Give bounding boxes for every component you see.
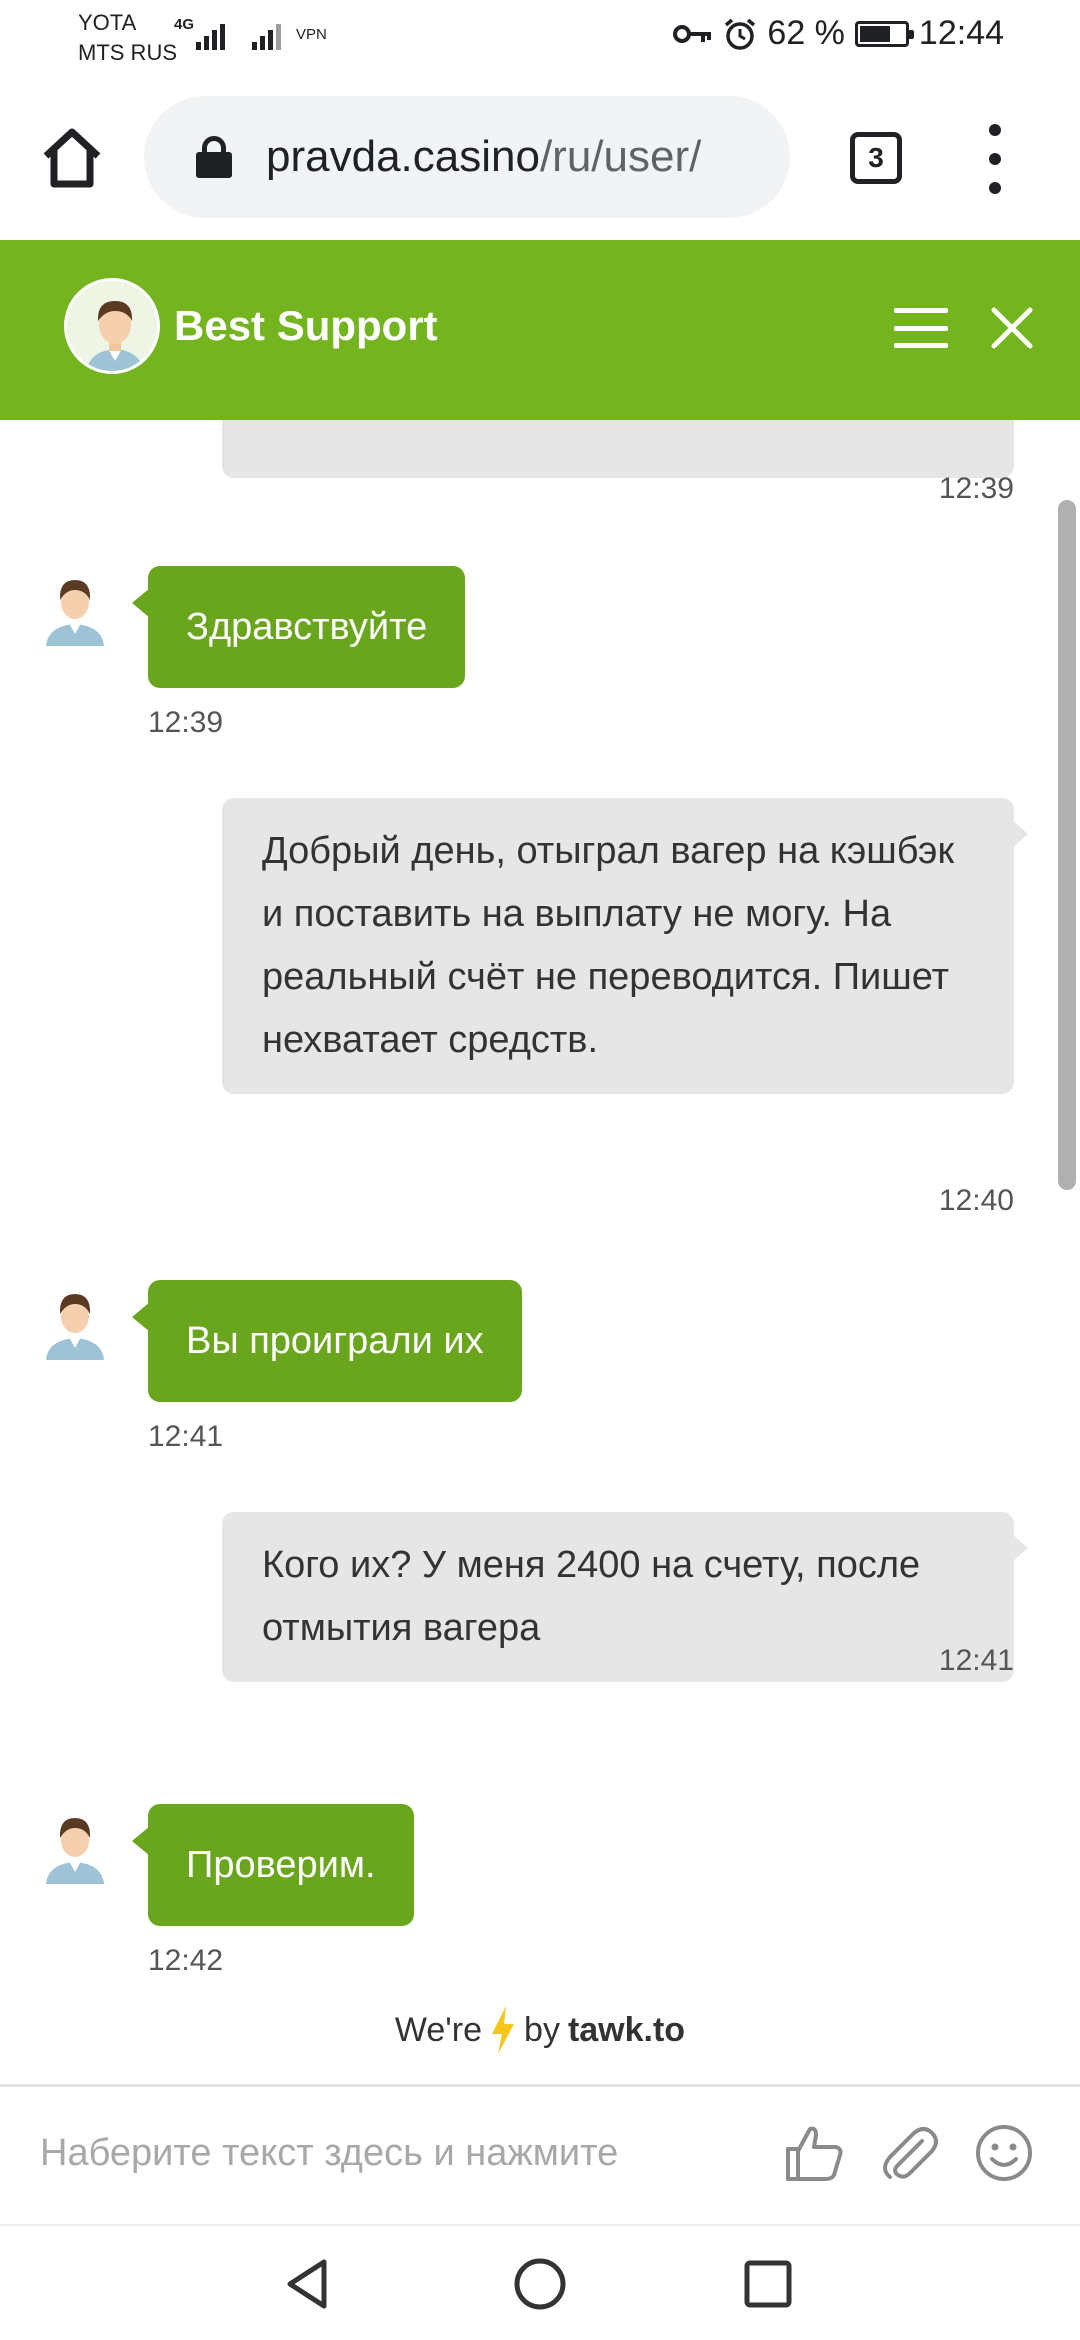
message-time: 12:41 (938, 1644, 1014, 1677)
paperclip-icon[interactable] (878, 2121, 942, 2185)
powered-by[interactable]: We're by tawk.to (0, 1990, 1080, 2070)
agent-name: Best Support (174, 302, 438, 349)
battery-icon (854, 20, 914, 47)
agent-avatar-small (46, 1294, 104, 1360)
message-time: 12:40 (938, 1184, 1014, 1217)
message-time: 12:42 (148, 1944, 224, 1977)
user-message-partial (222, 420, 1014, 478)
url-text[interactable]: pravda.casino/ru/user/ (266, 132, 701, 182)
more-vert-icon[interactable] (980, 124, 1010, 194)
tawk-brand[interactable]: tawk.to (568, 2011, 685, 2050)
recents-icon[interactable] (738, 2254, 798, 2314)
status-right: 62 % 12:44 (673, 14, 1004, 53)
message-time: 12:39 (148, 706, 224, 739)
message-input-bar (0, 2084, 1080, 2222)
carrier-yota: YOTA (78, 10, 137, 35)
chat-header: Best Support (0, 240, 1080, 420)
status-bar: YOTA MTS RUS 4G VPN 62 % 12:44 (0, 0, 1080, 80)
thumbs-up-icon[interactable] (782, 2121, 846, 2185)
powered-prefix: We're (394, 2010, 483, 2049)
system-nav-bar (0, 2224, 1080, 2340)
message-list[interactable]: 12:39 Здравствуйте 12:39 Добрый день, от… (0, 420, 1080, 1980)
carrier-mts: MTS RUS (78, 40, 177, 65)
emoji-icon[interactable] (972, 2121, 1036, 2185)
scrollbar[interactable] (1058, 500, 1076, 1190)
back-icon[interactable] (278, 2254, 338, 2314)
message-time: 12:39 (938, 472, 1014, 505)
agent-message: Здравствуйте (131, 566, 466, 688)
tab-switcher-button[interactable]: 3 (850, 132, 902, 184)
signal-icon (196, 20, 225, 50)
powered-by-word: by (524, 2010, 560, 2049)
close-icon[interactable] (990, 306, 1034, 350)
alarm-icon (725, 18, 756, 50)
menu-icon[interactable] (894, 308, 948, 348)
vpn-indicator: VPN (296, 26, 327, 43)
user-message: Добрый день, отыграл вагер на кэшбэк и п… (222, 798, 1028, 1094)
browser-toolbar: pravda.casino/ru/user/ 3 (0, 80, 1080, 240)
key-icon (673, 24, 712, 43)
message-time: 12:41 (148, 1420, 224, 1453)
signal-icon-2 (252, 20, 281, 50)
carrier-info: YOTA MTS RUS (78, 8, 177, 68)
url-path: /ru/user/ (539, 132, 702, 181)
url-domain: pravda.casino (266, 132, 540, 181)
home-icon[interactable] (36, 122, 108, 194)
lightning-icon (492, 2006, 515, 2054)
agent-avatar-small (46, 1818, 104, 1884)
home-circle-icon[interactable] (510, 2254, 570, 2314)
agent-message: Вы проиграли их (132, 1280, 522, 1402)
clock: 12:44 (918, 14, 1004, 52)
agent-message: Проверим. (132, 1804, 414, 1926)
message-input[interactable] (40, 2113, 740, 2193)
agent-avatar-small (46, 580, 104, 646)
lock-icon (196, 136, 232, 178)
user-message: Кого их? У меня 2400 на счету, после отм… (222, 1512, 1028, 1682)
network-type: 4G (174, 16, 195, 33)
battery-percent: 62 % (767, 14, 845, 52)
agent-avatar (64, 278, 160, 374)
address-bar[interactable]: pravda.casino/ru/user/ (144, 96, 790, 218)
